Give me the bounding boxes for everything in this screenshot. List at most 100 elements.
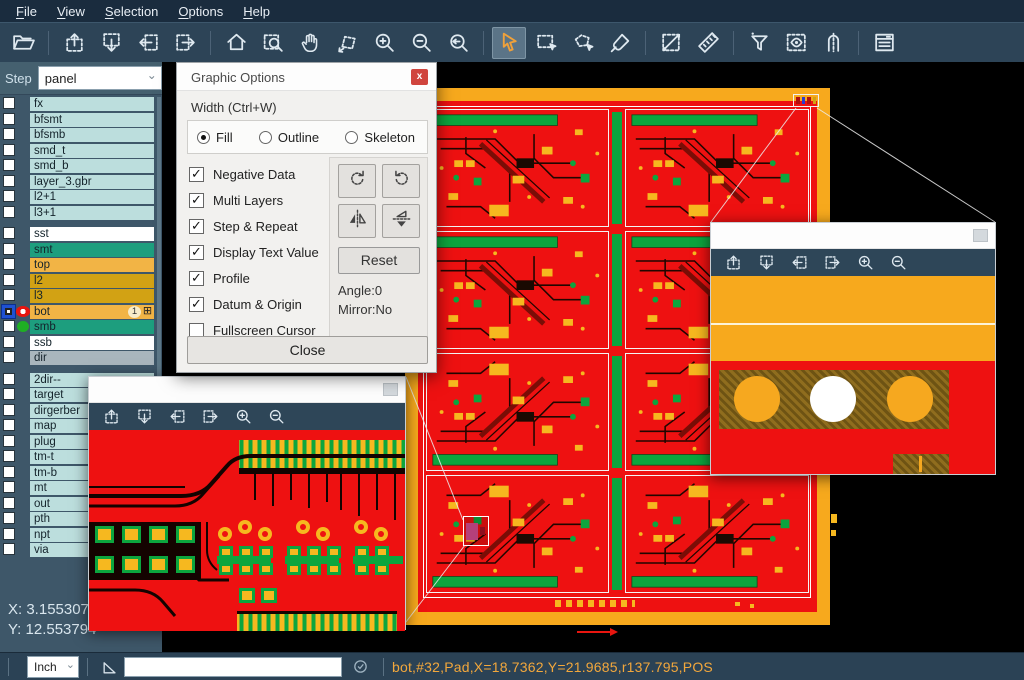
layer-visibility-checkbox[interactable] <box>3 512 15 524</box>
layer-visibility-checkbox[interactable] <box>3 113 15 125</box>
layer-row-l3[interactable]: l3 <box>0 289 162 303</box>
checkbox-icon[interactable] <box>189 297 204 312</box>
close-icon[interactable]: x <box>411 69 428 85</box>
layer-visibility-checkbox[interactable] <box>3 144 15 156</box>
layer-name[interactable]: smd_t <box>30 144 154 158</box>
pcb-cell[interactable] <box>426 353 609 471</box>
layer-row-l2-1[interactable]: l2+1 <box>0 190 162 204</box>
layer-name[interactable]: fx <box>30 97 154 111</box>
pan-right-button[interactable] <box>168 27 202 59</box>
zoom-in-button[interactable] <box>855 253 875 273</box>
radio-fill[interactable]: Fill <box>197 130 233 145</box>
zoom-window-view[interactable] <box>89 430 405 631</box>
layer-name[interactable]: sst <box>30 227 154 241</box>
menu-selection[interactable]: Selection <box>95 2 168 21</box>
layer-visibility-checkbox[interactable] <box>3 419 15 431</box>
open-file-button[interactable] <box>6 27 40 59</box>
layer-row-dir[interactable]: dir <box>0 351 162 365</box>
layer-table-button[interactable] <box>867 27 901 59</box>
checkbox-icon[interactable] <box>189 271 204 286</box>
layer-visibility-checkbox[interactable] <box>3 97 15 109</box>
rect-select-button[interactable] <box>529 27 563 59</box>
pan-down-button[interactable] <box>134 407 154 427</box>
selected-pad-highlight[interactable] <box>463 516 489 546</box>
select-tool-button[interactable] <box>492 27 526 59</box>
layer-visibility-checkbox[interactable] <box>3 159 15 171</box>
layer-name[interactable]: layer_3.gbr <box>30 175 154 189</box>
layer-name[interactable]: bfsmb <box>30 128 154 142</box>
zoom-out-button[interactable] <box>404 27 438 59</box>
radio-circle-icon[interactable] <box>259 131 272 144</box>
layer-visibility-checkbox[interactable] <box>3 528 15 540</box>
layer-visibility-checkbox[interactable] <box>3 336 15 348</box>
checkbox-icon[interactable] <box>189 245 204 260</box>
layer-row-fx[interactable]: fx <box>0 97 162 111</box>
layer-visibility-checkbox[interactable] <box>3 450 15 462</box>
layer-name[interactable]: ssb <box>30 336 154 350</box>
layer-name[interactable]: bfsmt <box>30 113 154 127</box>
checkbox-icon[interactable] <box>189 193 204 208</box>
flip-vertical-button[interactable] <box>338 204 376 238</box>
layer-visibility-checkbox[interactable] <box>3 466 15 478</box>
zoom-window-button[interactable] <box>256 27 290 59</box>
filter-button[interactable] <box>742 27 776 59</box>
zoom-in-button[interactable] <box>367 27 401 59</box>
layer-name[interactable]: l3 <box>30 289 154 303</box>
measure-button[interactable] <box>654 27 688 59</box>
menu-options[interactable]: Options <box>168 2 233 21</box>
pan-up-button[interactable] <box>101 407 121 427</box>
pcb-cell[interactable] <box>426 231 609 349</box>
rotate-cw-button[interactable] <box>338 164 376 198</box>
pcb-cell[interactable] <box>426 475 609 593</box>
layer-name[interactable]: l3+1 <box>30 206 154 220</box>
layer-visibility-checkbox[interactable] <box>3 128 15 140</box>
pan-down-button[interactable] <box>94 27 128 59</box>
ruler-button[interactable] <box>691 27 725 59</box>
move-view-button[interactable] <box>330 27 364 59</box>
option-step-repeat[interactable]: Step & Repeat <box>189 213 319 239</box>
layer-row-layer-3-gbr[interactable]: layer_3.gbr <box>0 175 162 189</box>
zoom-window-view[interactable] <box>711 276 995 474</box>
view-box-button[interactable] <box>779 27 813 59</box>
menu-file[interactable]: File <box>6 2 47 21</box>
layer-name[interactable]: l2 <box>30 274 154 288</box>
layer-row-smd-b[interactable]: smd_b <box>0 159 162 173</box>
menu-view[interactable]: View <box>47 2 95 21</box>
pan-up-button[interactable] <box>57 27 91 59</box>
layer-row-top[interactable]: top <box>0 258 162 272</box>
rotate-ccw-button[interactable] <box>382 164 420 198</box>
pan-hand-button[interactable] <box>293 27 327 59</box>
option-negative-data[interactable]: Negative Data <box>189 161 319 187</box>
checkbox-icon[interactable] <box>189 219 204 234</box>
window-button-icon[interactable] <box>383 383 398 396</box>
sync-icon[interactable] <box>352 658 369 675</box>
radio-skeleton[interactable]: Skeleton <box>345 130 415 145</box>
layer-visibility-checkbox[interactable] <box>3 289 15 301</box>
pan-left-button[interactable] <box>789 253 809 273</box>
layer-visibility-checkbox[interactable] <box>1 304 16 319</box>
angle-measure-icon[interactable] <box>100 657 120 677</box>
layer-name[interactable]: smd_b <box>30 159 154 173</box>
option-profile[interactable]: Profile <box>189 265 319 291</box>
layer-visibility-checkbox[interactable] <box>3 274 15 286</box>
layer-visibility-checkbox[interactable] <box>3 175 15 187</box>
snap-loop-button[interactable] <box>816 27 850 59</box>
layer-visibility-checkbox[interactable] <box>3 388 15 400</box>
zoom-previous-button[interactable] <box>441 27 475 59</box>
pcb-cell[interactable] <box>625 475 809 593</box>
menu-help[interactable]: Help <box>233 2 280 21</box>
pcb-cell[interactable] <box>426 109 609 227</box>
layer-visibility-checkbox[interactable] <box>3 373 15 385</box>
layer-name[interactable]: dir <box>30 351 154 365</box>
reset-button[interactable]: Reset <box>338 247 420 274</box>
zoom-home-button[interactable] <box>219 27 253 59</box>
layer-visibility-checkbox[interactable] <box>3 227 15 239</box>
layer-row-smt[interactable]: smt <box>0 243 162 257</box>
layer-visibility-checkbox[interactable] <box>3 497 15 509</box>
layer-visibility-checkbox[interactable] <box>3 481 15 493</box>
zoom-out-button[interactable] <box>266 407 286 427</box>
radio-circle-icon[interactable] <box>345 131 358 144</box>
option-datum-origin[interactable]: Datum & Origin <box>189 291 319 317</box>
layer-row-l3-1[interactable]: l3+1 <box>0 206 162 220</box>
step-dropdown[interactable]: panel ⌄ <box>38 66 162 90</box>
